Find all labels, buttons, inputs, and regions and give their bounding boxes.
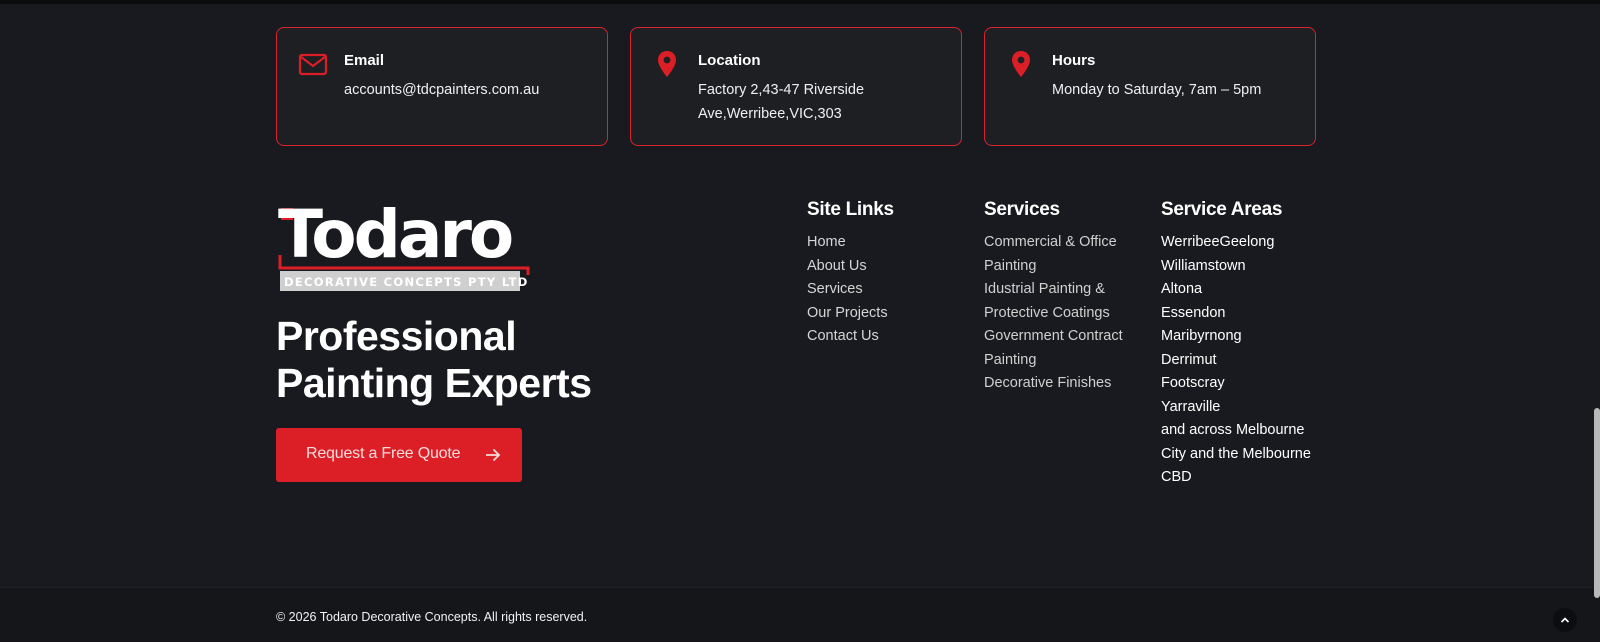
- logo-subtitle: DECORATIVE CONCEPTS PTY LTD: [284, 275, 529, 289]
- site-links-list: Home About Us Services Our Projects Cont…: [807, 231, 947, 349]
- area-item: Yarraville: [1161, 398, 1221, 415]
- area-item: and across Melbourne City and the Melbou…: [1161, 422, 1311, 485]
- area-item: Essendon: [1161, 304, 1226, 321]
- services-heading: Services: [984, 199, 1060, 220]
- hours-title: Hours: [1052, 52, 1096, 69]
- tagline-heading: Professional Painting Experts: [276, 313, 592, 406]
- site-links-heading: Site Links: [807, 199, 894, 220]
- services-list: Commercial & Office Painting Idustrial P…: [984, 231, 1144, 396]
- location-card: Location Factory 2,43-47 Riverside Ave,W…: [630, 27, 962, 146]
- hours-card: Hours Monday to Saturday, 7am – 5pm: [984, 27, 1316, 146]
- service-link-decorative[interactable]: Decorative Finishes: [984, 372, 1144, 396]
- service-areas-list: WerribeeGeelong Williamstown Altona Esse…: [1161, 231, 1326, 490]
- hours-value: Monday to Saturday, 7am – 5pm: [1052, 82, 1262, 98]
- area-item: Derrimut: [1161, 351, 1217, 368]
- request-quote-label: Request a Free Quote: [306, 445, 461, 462]
- email-card: Email accounts@tdcpainters.com.au: [276, 27, 608, 146]
- area-item: Footscray: [1161, 375, 1225, 391]
- area-item: Altona: [1161, 281, 1203, 297]
- location-title: Location: [698, 52, 761, 69]
- service-link-industrial[interactable]: Idustrial Painting & Protective Coatings: [984, 278, 1144, 325]
- mail-icon: [298, 53, 328, 76]
- request-quote-button[interactable]: Request a Free Quote: [276, 428, 522, 482]
- service-link-government[interactable]: Government Contract Painting: [984, 325, 1144, 372]
- footer-bar: © 2026 Todaro Decorative Concepts. All r…: [0, 587, 1600, 642]
- chevron-up-icon: [1560, 617, 1570, 623]
- copyright-text: © 2026 Todaro Decorative Concepts. All r…: [276, 610, 588, 624]
- top-divider: [0, 0, 1600, 4]
- site-link-services[interactable]: Services: [807, 278, 947, 302]
- scrollbar-thumb[interactable]: [1594, 408, 1600, 598]
- service-link-commercial[interactable]: Commercial & Office Painting: [984, 231, 1144, 278]
- email-title: Email: [344, 52, 385, 69]
- email-value[interactable]: accounts@tdcpainters.com.au: [344, 79, 604, 103]
- arrow-right-icon: [486, 448, 501, 462]
- site-link-contact[interactable]: Contact Us: [807, 325, 947, 349]
- map-pin-icon: [658, 51, 676, 77]
- site-link-about[interactable]: About Us: [807, 255, 947, 279]
- site-link-projects[interactable]: Our Projects: [807, 302, 947, 326]
- location-value: Factory 2,43-47 Riverside Ave,Werribee,V…: [698, 82, 865, 122]
- logo-wordmark: Todaro: [278, 196, 512, 273]
- area-item: Williamstown: [1161, 257, 1246, 274]
- service-areas-heading: Service Areas: [1161, 199, 1283, 220]
- area-item: Maribyrnong: [1161, 328, 1242, 344]
- map-pin-icon: [1012, 51, 1030, 77]
- area-item: WerribeeGeelong: [1161, 234, 1275, 250]
- todaro-logo[interactable]: Todaro DECORATIVE CONCEPTS PTY LTD: [276, 195, 546, 295]
- site-link-home[interactable]: Home: [807, 231, 947, 255]
- scroll-to-top-button[interactable]: [1553, 608, 1577, 632]
